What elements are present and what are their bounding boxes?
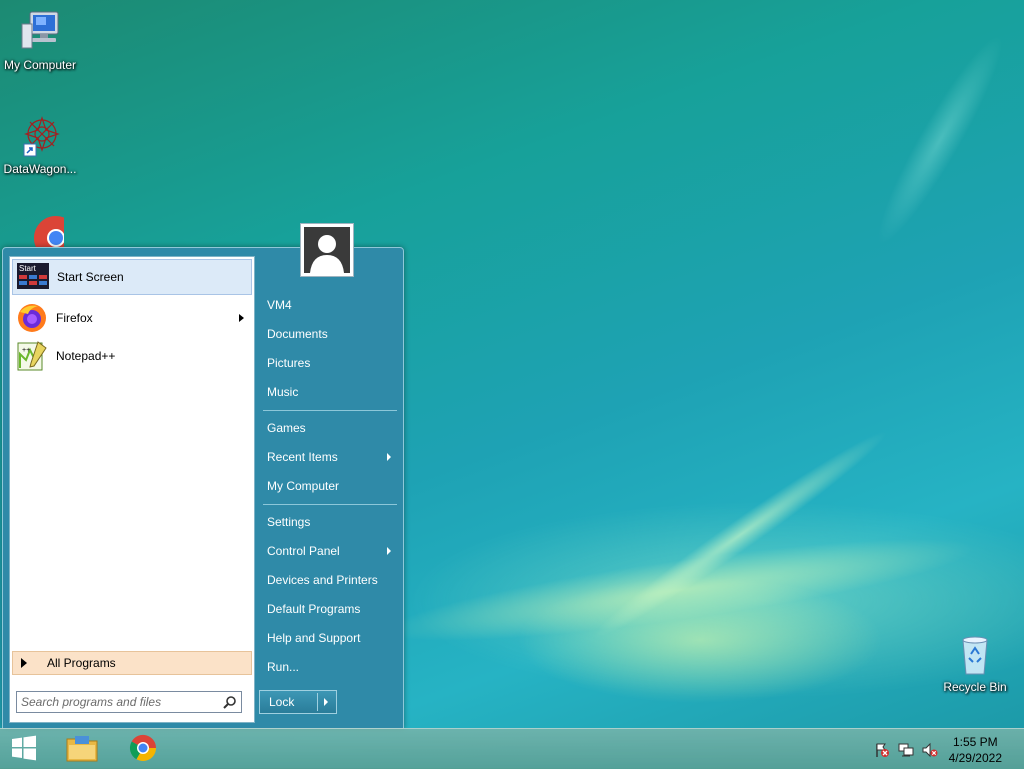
search-input[interactable] xyxy=(17,692,221,712)
wallpaper-streak xyxy=(862,26,1018,254)
places-item-user[interactable]: VM4 xyxy=(263,293,399,317)
places-label: Help and Support xyxy=(267,631,361,645)
places-item-documents[interactable]: Documents xyxy=(263,322,399,346)
search-icon[interactable] xyxy=(223,695,237,709)
places-item-default-programs[interactable]: Default Programs xyxy=(263,597,399,621)
places-item-pictures[interactable]: Pictures xyxy=(263,351,399,375)
separator xyxy=(263,410,397,411)
places-item-recent-items[interactable]: Recent Items xyxy=(263,445,399,469)
desktop-icon-label: My Computer xyxy=(3,58,77,72)
program-label: Firefox xyxy=(56,311,93,325)
places-item-settings[interactable]: Settings xyxy=(263,510,399,534)
start-menu-programs-pane: Start Start Screen Firefox ++ Notepad++ … xyxy=(9,256,255,723)
places-label: Music xyxy=(267,385,299,399)
datawagon-icon xyxy=(16,112,64,160)
windows-start-icon xyxy=(10,734,38,765)
places-item-run[interactable]: Run... xyxy=(263,655,399,679)
computer-icon xyxy=(16,8,64,56)
wallpaper-streak xyxy=(378,518,982,662)
taskbar: 1:55 PM 4/29/2022 xyxy=(0,728,1024,769)
all-programs-label: All Programs xyxy=(47,656,116,670)
submenu-arrow-icon xyxy=(387,547,391,555)
places-label: My Computer xyxy=(267,479,340,493)
taskbar-file-explorer[interactable] xyxy=(58,729,106,769)
program-label: Start Screen xyxy=(57,270,124,284)
notepadpp-icon: ++ xyxy=(16,340,48,372)
places-label: Default Programs xyxy=(267,602,361,616)
all-programs-button[interactable]: All Programs xyxy=(12,651,252,675)
action-center-flag-icon[interactable] xyxy=(874,742,890,758)
program-label: Notepad++ xyxy=(56,349,116,363)
volume-muted-icon[interactable] xyxy=(922,742,938,758)
wallpaper-streak xyxy=(583,419,897,651)
taskbar-clock[interactable]: 1:55 PM 4/29/2022 xyxy=(949,734,1002,766)
power-options-arrow-icon[interactable] xyxy=(324,698,328,706)
chrome-icon xyxy=(128,733,158,766)
places-item-control-panel[interactable]: Control Panel xyxy=(263,539,399,563)
start-menu-places-pane: VM4 Documents Pictures Music Games Recen… xyxy=(259,248,403,728)
recycle-bin-icon xyxy=(951,630,999,678)
clock-date: 4/29/2022 xyxy=(948,751,1002,765)
firefox-icon xyxy=(16,302,48,334)
submenu-arrow-icon xyxy=(387,453,391,461)
start-screen-icon: Start xyxy=(17,261,49,293)
places-label: VM4 xyxy=(267,298,292,312)
desktop-icon-recycle-bin[interactable]: Recycle Bin xyxy=(935,630,1015,694)
desktop-icon-datawagon[interactable]: DataWagon... xyxy=(0,112,80,176)
places-item-music[interactable]: Music xyxy=(263,380,399,404)
svg-text:Start: Start xyxy=(19,264,37,273)
clock-time: 1:55 PM xyxy=(952,735,998,749)
separator xyxy=(263,504,397,505)
places-item-devices-printers[interactable]: Devices and Printers xyxy=(263,568,399,592)
desktop-icon-my-computer[interactable]: My Computer xyxy=(0,8,80,72)
places-item-games[interactable]: Games xyxy=(263,416,399,440)
program-start-screen[interactable]: Start Start Screen xyxy=(12,259,252,295)
desktop-icon-label: DataWagon... xyxy=(3,162,77,176)
program-firefox[interactable]: Firefox xyxy=(12,300,252,336)
places-item-my-computer[interactable]: My Computer xyxy=(263,474,399,498)
program-notepadpp[interactable]: ++ Notepad++ xyxy=(12,338,252,374)
places-label: Settings xyxy=(267,515,311,529)
split-divider xyxy=(317,693,318,711)
submenu-arrow-icon xyxy=(239,314,244,322)
start-menu: Start Start Screen Firefox ++ Notepad++ … xyxy=(2,247,404,729)
file-explorer-icon xyxy=(65,733,99,766)
network-icon[interactable] xyxy=(898,742,914,758)
places-label: Recent Items xyxy=(267,450,338,464)
lock-label: Lock xyxy=(269,695,295,709)
desktop-icon-label: Recycle Bin xyxy=(943,680,1007,694)
user-avatar[interactable] xyxy=(300,223,354,277)
places-label: Documents xyxy=(267,327,328,341)
places-label: Pictures xyxy=(267,356,311,370)
places-item-help-support[interactable]: Help and Support xyxy=(263,626,399,650)
places-label: Devices and Printers xyxy=(267,573,378,587)
start-button[interactable] xyxy=(0,729,48,769)
svg-text:++: ++ xyxy=(22,347,30,354)
lock-button[interactable]: Lock xyxy=(259,690,337,714)
search-box xyxy=(16,691,242,713)
user-silhouette-icon xyxy=(304,227,350,273)
taskbar-chrome[interactable] xyxy=(119,729,167,769)
places-label: Run... xyxy=(267,660,300,674)
places-label: Games xyxy=(267,421,306,435)
expand-arrow-icon xyxy=(21,658,27,668)
places-label: Control Panel xyxy=(267,544,340,558)
